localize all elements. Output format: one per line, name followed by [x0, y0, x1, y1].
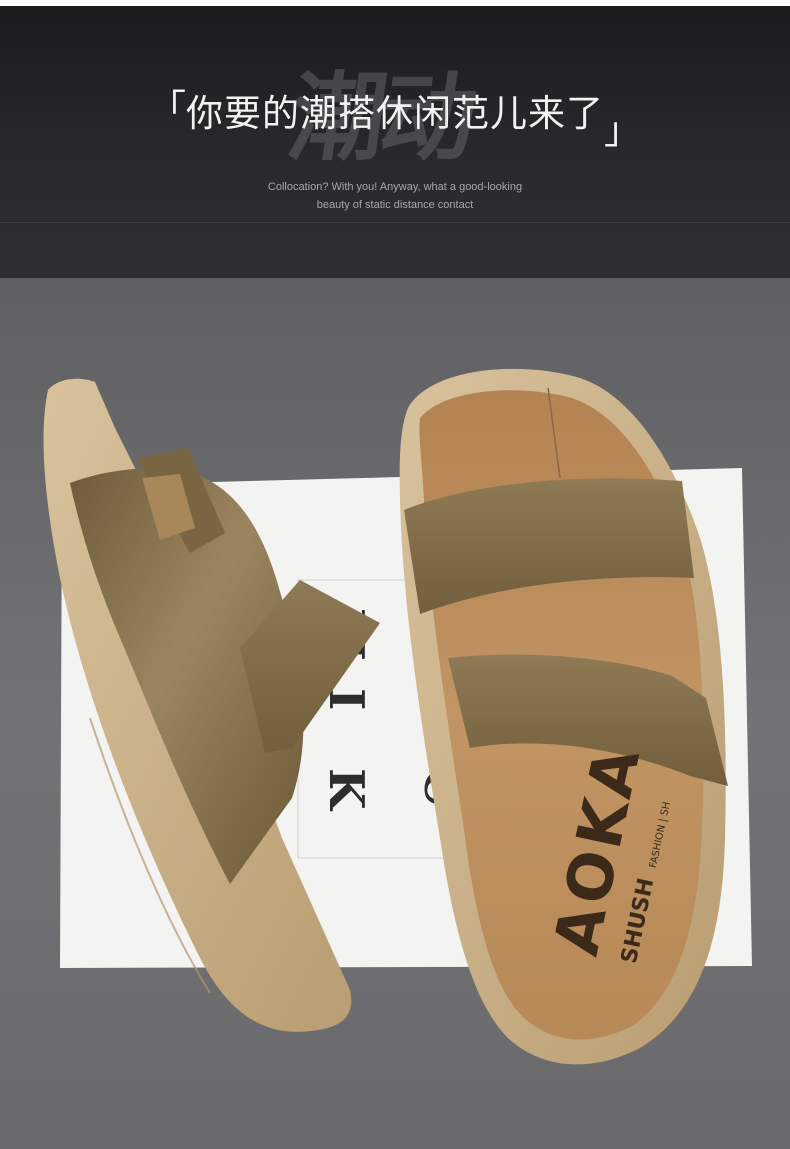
headline-text: 你要的潮搭休闲范儿来了 [186, 92, 604, 135]
subtitle-line-2: beauty of static distance contact [316, 199, 474, 211]
header-divider [0, 222, 790, 223]
headline: 「你要的潮搭休闲范儿来了」 [0, 84, 790, 154]
subtitle-line-1: Collocation? With you! Anyway, what a go… [267, 181, 523, 193]
headline-open-bracket: 「 [149, 87, 186, 130]
product-page: 潮动 「你要的潮搭休闲范儿来了」 Collocation? With you! … [0, 0, 790, 1149]
product-photo: M I K H R C K H G [0, 278, 790, 1149]
header-top-line [0, 0, 790, 6]
headline-close-bracket: 」 [604, 109, 641, 152]
product-photo-illustration: M I K H R C K H G [0, 278, 790, 1149]
card-letter: K [318, 768, 374, 812]
header-banner: 潮动 「你要的潮搭休闲范儿来了」 Collocation? With you! … [0, 0, 790, 278]
